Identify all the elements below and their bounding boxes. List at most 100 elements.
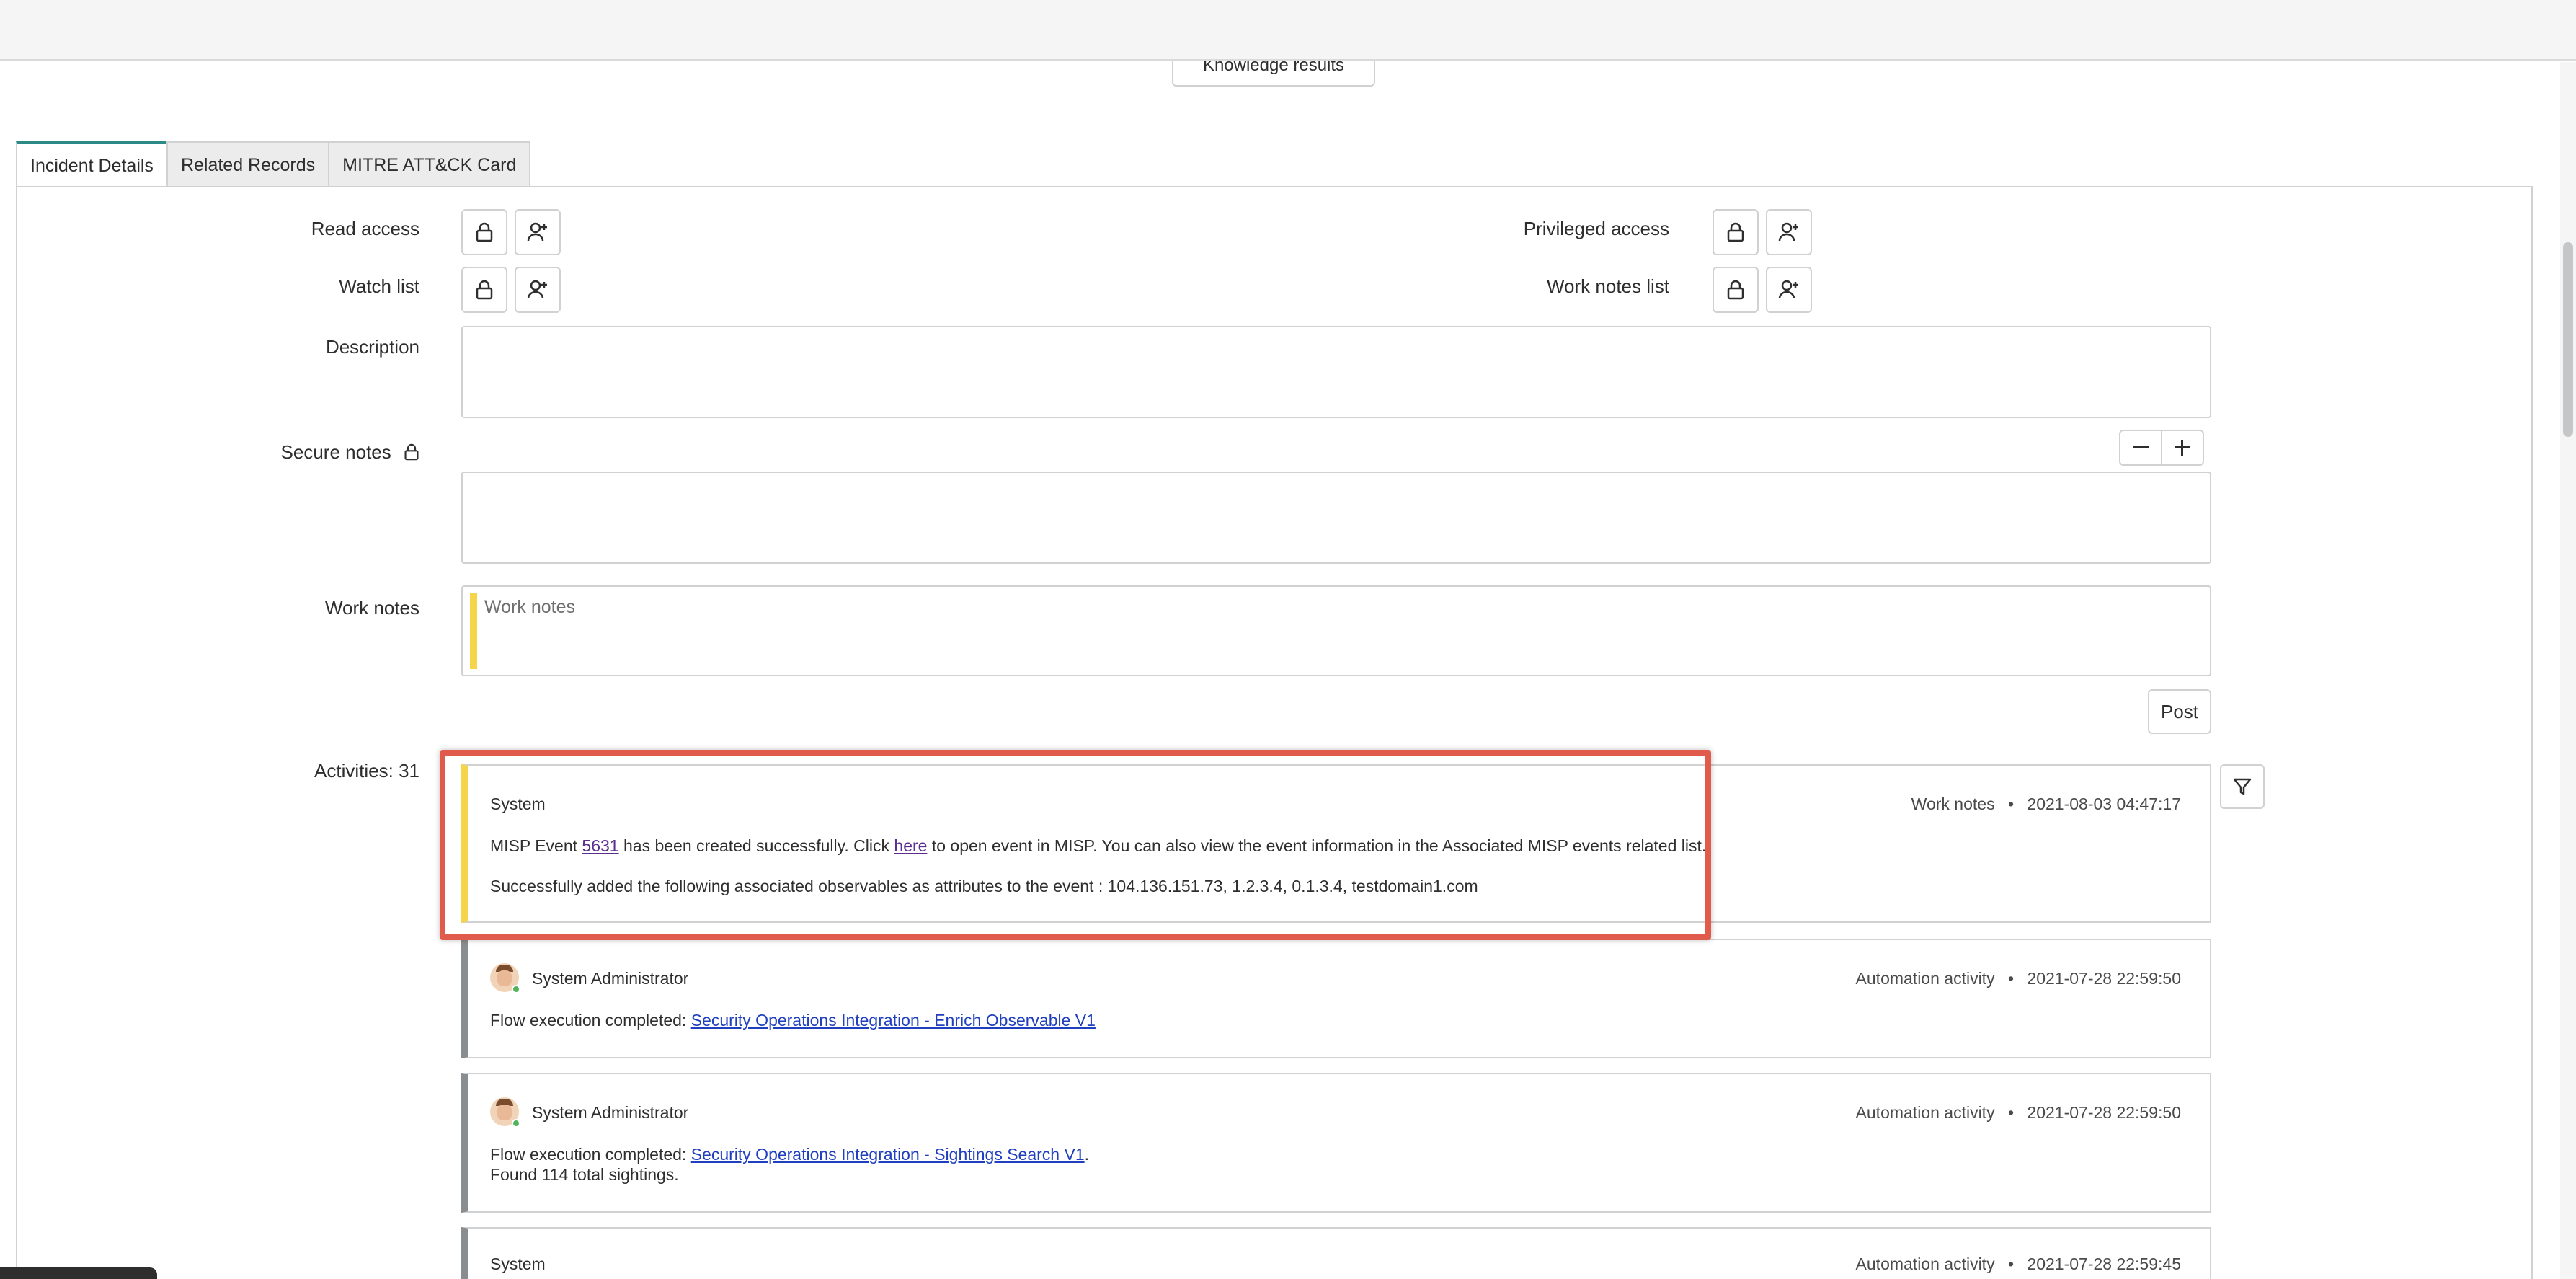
tab-related-records[interactable]: Related Records [166, 141, 330, 187]
activity-author: System [490, 1254, 546, 1273]
meta-separator: • [2007, 795, 2015, 813]
lock-icon [476, 222, 493, 242]
delete-label: Delete [2494, 16, 2549, 38]
post-button[interactable]: Post [2148, 689, 2211, 734]
activity-message: Flow execution completed: Security Opera… [490, 1145, 1089, 1164]
watch-list-label: Watch list [339, 275, 419, 297]
flow-execution-link[interactable]: Security Operations Integration - Enrich… [691, 1011, 1096, 1030]
work-notes-list-add-user-button[interactable] [1766, 267, 1812, 313]
more-options-icon [1889, 24, 1919, 34]
tab-label: MITRE ATT&CK Card [342, 154, 517, 175]
minus-icon [2133, 446, 2149, 448]
activity-type: Automation activity [1855, 1254, 1995, 1273]
tab-incident-details[interactable]: Incident Details [16, 141, 168, 187]
watch-list-lock-button[interactable] [461, 267, 507, 313]
work-notes-indicator [470, 593, 477, 669]
add-user-icon [1778, 280, 1798, 299]
activity-timestamp: 2021-07-28 22:59:50 [2027, 1103, 2181, 1122]
read-access-lock-button[interactable] [461, 209, 507, 255]
knowledge-results-label: Knowledge results [1202, 56, 1345, 75]
add-user-icon [1778, 222, 1798, 242]
meta-separator: • [2007, 1254, 2015, 1273]
online-status-indicator [512, 985, 520, 993]
online-status-indicator [512, 1119, 520, 1128]
tab-label: Related Records [180, 154, 316, 175]
read-access-label: Read access [311, 218, 419, 239]
menu-icon [71, 17, 99, 37]
cancel-button[interactable]: Cancel [2390, 4, 2471, 50]
message-text: Flow execution completed: [490, 1145, 691, 1164]
plus-icon [2175, 440, 2190, 456]
follow-dropdown-button[interactable] [2050, 4, 2089, 50]
add-user-icon [527, 222, 547, 242]
activity-meta: Automation activity • 2021-07-28 22:59:5… [1856, 969, 2181, 988]
menu-button[interactable] [69, 13, 102, 42]
activity-author: System Administrator [532, 1103, 689, 1122]
watch-list-add-user-button[interactable] [515, 267, 561, 313]
update-label: Update [2116, 16, 2177, 38]
follow-button[interactable]: Follow [1939, 4, 2051, 50]
status-tooltip [0, 1267, 157, 1279]
message-text: . [1084, 1145, 1089, 1164]
cancel-label: Cancel [2401, 16, 2460, 38]
follow-label: Follow [1968, 16, 2022, 38]
activities-count: Activities: 31 [314, 760, 419, 782]
add-response-task-button[interactable]: Add Response Task [2200, 4, 2377, 50]
lock-icon [404, 443, 419, 461]
description-label: Description [325, 336, 419, 358]
back-button[interactable] [7, 4, 55, 52]
flow-execution-link[interactable]: Security Operations Integration - Sighti… [691, 1145, 1085, 1164]
activity-meta: Automation activity • 2021-07-28 22:59:4… [1856, 1254, 2181, 1274]
tab-mitre-attack-card[interactable]: MITRE ATT&CK Card [328, 141, 531, 187]
activity-meta: Automation activity • 2021-07-28 22:59:5… [1856, 1103, 2181, 1123]
record-type: Security Incident [117, 4, 256, 26]
activity-entry: System Administrator Automation activity… [461, 939, 2211, 1058]
post-label: Post [2160, 700, 2199, 722]
activity-message: Flow execution completed: Security Opera… [490, 1011, 1096, 1030]
work-notes-placeholder: Work notes [484, 597, 575, 617]
secure-notes-field[interactable] [461, 472, 2211, 564]
activity-message-line2: Found 114 total sightings. [490, 1165, 679, 1184]
knowledge-results-button[interactable]: Knowledge results [1172, 45, 1375, 87]
secure-notes-text: Secure notes [280, 441, 391, 463]
work-notes-list-lock-button[interactable] [1713, 267, 1759, 313]
personalize-form-button[interactable] [1831, 9, 1871, 49]
back-icon [25, 17, 37, 39]
activity-type: Work notes [1911, 795, 1995, 813]
filter-icon [2233, 778, 2252, 795]
more-options-button[interactable] [1884, 9, 1924, 49]
description-field[interactable] [461, 326, 2211, 418]
privileged-access-lock-button[interactable] [1713, 209, 1759, 255]
collapse-secure-notes-button[interactable] [2119, 430, 2162, 466]
expand-secure-notes-button[interactable] [2161, 430, 2204, 466]
activity-type: Automation activity [1855, 969, 1995, 988]
attachment-icon [1734, 17, 1756, 39]
delete-button[interactable]: Delete [2482, 4, 2560, 50]
lock-icon [1727, 222, 1744, 242]
activity-filter-button[interactable] [2220, 764, 2265, 809]
scrollbar-thumb[interactable] [2563, 242, 2573, 437]
form-tabs: Incident Details Related Records MITRE A… [16, 141, 531, 187]
settings-sliders-icon [1838, 17, 1864, 41]
update-button[interactable]: Update [2102, 4, 2191, 50]
attachment-button[interactable] [1724, 9, 1764, 49]
meta-separator: • [2007, 969, 2015, 988]
record-number: SIR0010008 [117, 26, 213, 45]
work-notes-label: Work notes [324, 597, 419, 619]
highlight-box [440, 750, 1711, 940]
activity-timestamp: 2021-07-28 22:59:45 [2027, 1254, 2181, 1273]
activity-stream-button[interactable] [1777, 9, 1818, 49]
privileged-access-label: Privileged access [1523, 218, 1669, 239]
chevron-down-icon [2064, 25, 2075, 30]
meta-separator: • [2007, 1103, 2015, 1122]
work-notes-list-label: Work notes list [1546, 275, 1669, 297]
add-response-task-label: Add Response Task [2205, 16, 2372, 38]
read-access-add-user-button[interactable] [515, 209, 561, 255]
privileged-access-add-user-button[interactable] [1766, 209, 1812, 255]
lock-icon [476, 280, 493, 300]
secure-notes-label: Secure notes [216, 441, 419, 464]
activity-author: System Administrator [532, 969, 689, 988]
activity-meta: Work notes • 2021-08-03 04:47:17 [1911, 795, 2181, 814]
work-notes-field[interactable]: Work notes [461, 585, 2211, 676]
lock-icon [1727, 280, 1744, 300]
